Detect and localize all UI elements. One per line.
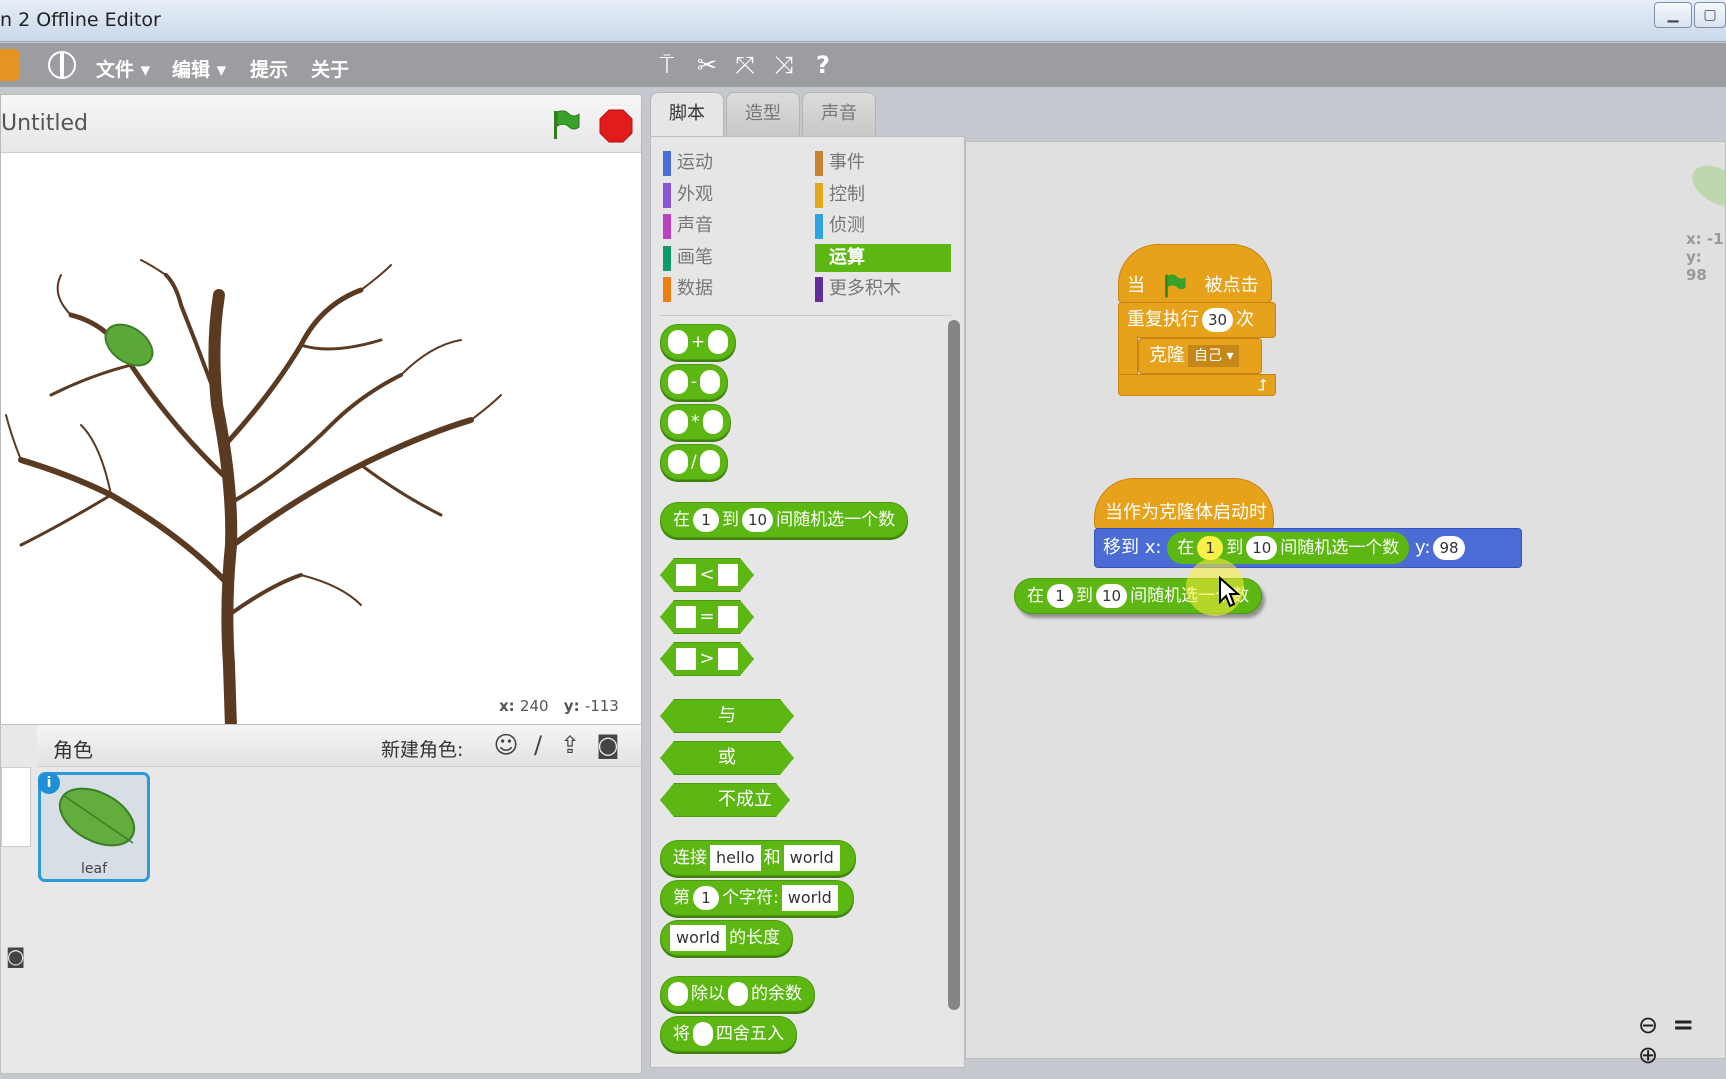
subtract-block[interactable]: - — [660, 364, 729, 400]
camera-icon[interactable]: ◙ — [593, 731, 623, 761]
less-than-block[interactable]: < — [660, 558, 754, 592]
paint-brush-icon[interactable]: / — [523, 731, 553, 761]
globe-icon[interactable] — [48, 51, 76, 79]
join-block[interactable]: 连接 hello 和 world — [660, 840, 856, 876]
or-block[interactable]: 或 — [660, 741, 794, 775]
maximize-button[interactable]: ▢ — [1694, 2, 1726, 28]
menu-file[interactable]: 文件 ▾ — [96, 55, 150, 82]
divide-block[interactable]: / — [660, 444, 728, 480]
green-flag-icon[interactable] — [551, 109, 581, 141]
stage-camera-icon[interactable]: ◙ — [6, 944, 25, 968]
length-block[interactable]: world 的长度 — [660, 920, 794, 956]
create-clone-block[interactable]: 克隆 自己 ▾ — [1138, 338, 1262, 374]
go-to-xy-block[interactable]: 移到 x: 在 1 到 10 间随机选一个数 y: 98 — [1094, 528, 1522, 568]
multiply-block[interactable]: * — [660, 404, 731, 440]
category-events[interactable]: 事件 — [815, 149, 865, 177]
category-more-blocks[interactable]: 更多积木 — [815, 275, 901, 303]
green-flag-icon — [1164, 274, 1186, 298]
script-coords-y: y: 98 — [1686, 248, 1707, 284]
tab-costumes[interactable]: 造型 — [726, 92, 800, 136]
stop-icon[interactable] — [599, 109, 633, 143]
tab-sounds[interactable]: 声音 — [802, 92, 876, 136]
random-block[interactable]: 在 1 到 10 间随机选一个数 — [660, 502, 909, 538]
menu-edit[interactable]: 编辑 ▾ — [172, 55, 226, 82]
palette-scrollbar[interactable] — [948, 320, 960, 1010]
script-coords-x: x: -1 — [1686, 230, 1724, 248]
stage-panel: Untitled x: 240 y: -113 — [0, 94, 642, 790]
sprites-label: 角色 — [53, 738, 93, 762]
coords-y-label: y: — [563, 697, 580, 715]
coords-y-value: -113 — [584, 697, 619, 715]
and-block[interactable]: 与 — [660, 699, 794, 733]
coords-x-value: 240 — [519, 697, 549, 715]
mod-block[interactable]: 除以 的余数 — [660, 976, 815, 1012]
stage-header: Untitled — [1, 95, 641, 153]
stage-thumbnail[interactable] — [1, 767, 31, 847]
repeat-block-foot: ⮥ — [1118, 374, 1276, 396]
leaf-icon — [58, 787, 136, 847]
window-title: n 2 Offline Editor — [0, 9, 161, 31]
when-flag-clicked-block[interactable]: 当 被点击 — [1118, 244, 1272, 304]
shrink-icon[interactable]: ⤨ — [769, 51, 799, 79]
sprite-library-icon[interactable]: ☺ — [491, 731, 521, 761]
sprite-header: 角色 新建角色: ☺ / ⇪ ◙ — [37, 725, 641, 767]
category-data[interactable]: 数据 — [663, 275, 713, 303]
category-pen[interactable]: 画笔 — [663, 244, 713, 272]
menubar: 文件 ▾ 编辑 ▾ 提示 关于 ⍑ ✂ ⤧ ⤨ ? — [0, 43, 1726, 87]
zoom-out-button[interactable]: ⊖ — [1638, 1011, 1658, 1039]
grow-icon[interactable]: ⤧ — [730, 51, 760, 79]
add-block[interactable]: + — [660, 324, 737, 360]
greater-than-block[interactable]: > — [660, 642, 754, 676]
sprite-preview-leaf-icon — [1692, 165, 1726, 207]
project-title[interactable]: Untitled — [1, 111, 88, 136]
upload-icon[interactable]: ⇪ — [555, 731, 585, 761]
window-titlebar: n 2 Offline Editor ▁ ▢ — [0, 0, 1726, 42]
duplicate-icon[interactable]: ⍑ — [652, 51, 682, 79]
zoom-controls: ⊖ = ⊕ — [1638, 1010, 1726, 1070]
zoom-in-button[interactable]: ⊕ — [1638, 1041, 1658, 1069]
mouse-cursor-icon — [1219, 576, 1240, 608]
not-block[interactable]: 不成立 — [660, 783, 790, 817]
minimize-button[interactable]: ▁ — [1654, 2, 1692, 28]
sprite-name: leaf — [80, 861, 107, 877]
delete-icon[interactable]: ✂ — [692, 51, 722, 79]
category-control[interactable]: 控制 — [815, 181, 865, 209]
sprite-thumbnail-leaf[interactable]: i leaf — [38, 772, 150, 882]
tab-scripts[interactable]: 脚本 — [650, 92, 724, 138]
when-start-as-clone-block[interactable]: 当作为克隆体启动时 — [1094, 478, 1274, 530]
coords-x-label: x: — [499, 697, 515, 715]
category-looks[interactable]: 外观 — [663, 181, 713, 209]
category-sensing[interactable]: 侦测 — [815, 212, 865, 240]
help-icon[interactable]: ? — [808, 51, 838, 79]
menu-about[interactable]: 关于 — [311, 55, 349, 82]
scratch-logo-icon — [0, 49, 20, 81]
category-operators[interactable]: 运算 — [815, 244, 951, 272]
category-sound[interactable]: 声音 — [663, 212, 713, 240]
menu-tips[interactable]: 提示 — [250, 55, 288, 82]
repeat-block[interactable]: 重复执行 30 次 — [1118, 302, 1276, 338]
category-motion[interactable]: 运动 — [663, 149, 713, 177]
letter-of-block[interactable]: 第 1 个字符: world — [660, 880, 854, 916]
round-block[interactable]: 将四舍五入 — [660, 1016, 797, 1052]
zoom-reset-button[interactable]: = — [1672, 1010, 1694, 1040]
repeat-block-arm — [1118, 336, 1138, 376]
equals-block[interactable]: = — [660, 600, 754, 634]
new-sprite-label: 新建角色: — [381, 739, 464, 761]
